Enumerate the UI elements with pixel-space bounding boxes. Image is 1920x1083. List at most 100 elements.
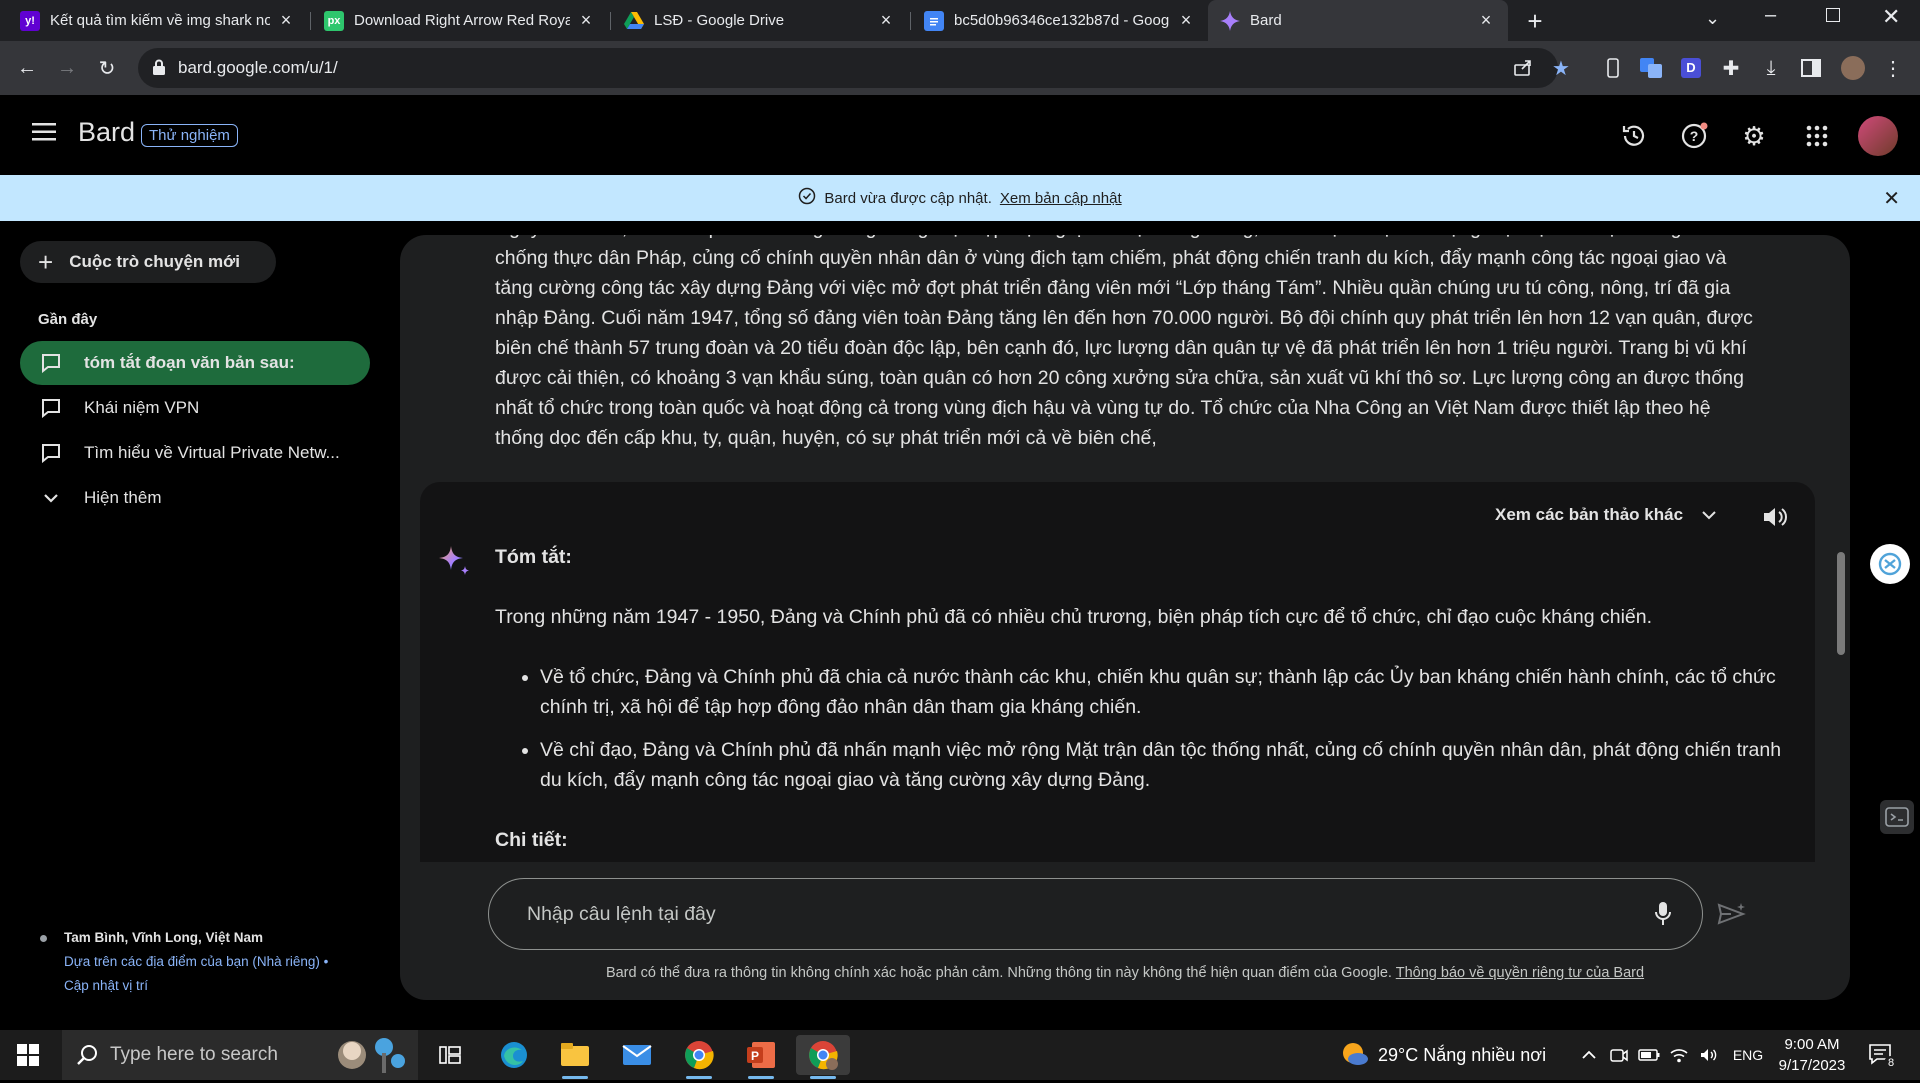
windows-start-icon[interactable] xyxy=(17,1044,39,1071)
chrome-profile-icon[interactable] xyxy=(796,1035,850,1079)
meet-now-icon[interactable] xyxy=(1608,1044,1630,1066)
response-content: Tóm tắt: Trong những năm 1947 - 1950, Đả… xyxy=(495,542,1795,862)
chrome-icon[interactable] xyxy=(672,1035,726,1079)
tab-title: LSĐ - Google Drive xyxy=(654,12,785,29)
browser-tab-bard[interactable]: Bard × xyxy=(1208,0,1508,41)
extension-widget-icon[interactable] xyxy=(1880,800,1914,834)
device-icon[interactable] xyxy=(1598,53,1628,83)
extension-d-icon[interactable]: D xyxy=(1676,53,1706,83)
task-view-icon[interactable] xyxy=(423,1035,477,1075)
update-location-link[interactable]: Cập nhật vị trí xyxy=(64,978,148,993)
restore-icon[interactable] xyxy=(1826,8,1840,22)
close-banner-icon[interactable]: ✕ xyxy=(1883,186,1900,211)
chatgpt-extension-icon[interactable] xyxy=(1870,544,1910,584)
close-tab-icon[interactable]: × xyxy=(576,10,596,31)
mail-icon[interactable] xyxy=(610,1035,664,1075)
wifi-icon[interactable] xyxy=(1668,1044,1690,1066)
more-menu-icon[interactable]: ⋮ xyxy=(1878,53,1908,83)
update-banner: Bard vừa được cập nhật. Xem bản cập nhật… xyxy=(0,175,1920,221)
profile-avatar-icon[interactable] xyxy=(1838,53,1868,83)
tab-search-chevron-icon[interactable]: ⌄ xyxy=(1705,8,1720,29)
share-icon[interactable] xyxy=(1513,57,1533,82)
browser-tab-docs[interactable]: bc5d0b96346ce132b87d - Google × xyxy=(912,0,1208,41)
microphone-icon[interactable] xyxy=(1648,899,1678,929)
help-icon[interactable]: ? xyxy=(1677,119,1711,153)
list-item: Về tổ chức, Đảng và Chính phủ đã chia cả… xyxy=(540,662,1795,722)
banner-text: Bard vừa được cập nhật. xyxy=(824,189,992,207)
search-placeholder: Type here to search xyxy=(110,1044,278,1065)
browser-tab-pixabay[interactable]: px Download Right Arrow Red Royal × xyxy=(312,0,608,41)
powerpoint-icon[interactable]: P xyxy=(734,1035,788,1079)
close-tab-icon[interactable]: × xyxy=(276,10,296,31)
browser-tab-drive[interactable]: LSĐ - Google Drive × xyxy=(612,0,908,41)
lock-icon xyxy=(152,59,166,80)
forward-icon[interactable]: → xyxy=(52,53,82,83)
close-tab-icon[interactable]: × xyxy=(1476,10,1496,31)
send-icon[interactable] xyxy=(1715,899,1749,929)
back-icon[interactable]: ← xyxy=(12,53,42,83)
search-highlight-illustration xyxy=(332,1033,412,1077)
speaker-icon[interactable] xyxy=(1760,502,1790,532)
chat-bubble-icon xyxy=(40,398,62,418)
summary-heading: Tóm tắt: xyxy=(495,546,572,568)
volume-icon[interactable] xyxy=(1698,1044,1720,1066)
taskbar-search[interactable]: Type here to search xyxy=(62,1030,418,1080)
show-more-label: Hiện thêm xyxy=(84,488,162,507)
history-icon[interactable] xyxy=(1617,119,1651,153)
view-other-drafts-button[interactable]: Xem các bản thảo khác xyxy=(1495,504,1717,525)
privacy-notice-link[interactable]: Thông báo về quyền riêng tư của Bard xyxy=(1396,965,1644,981)
details-heading: Chi tiết: xyxy=(495,829,568,851)
system-clock[interactable]: 9:00 AM 9/17/2023 xyxy=(1762,1034,1862,1076)
chevron-down-icon xyxy=(1701,504,1717,525)
new-tab-icon[interactable]: + xyxy=(1520,6,1550,36)
weather-widget[interactable]: 29°C Nắng nhiều nơi xyxy=(1340,1030,1546,1080)
address-bar[interactable]: bard.google.com/u/1/ ★ xyxy=(138,48,1570,88)
close-tab-icon[interactable]: × xyxy=(876,10,896,31)
show-hidden-icons-icon[interactable] xyxy=(1578,1044,1600,1066)
sidebar-item-vpn[interactable]: Khái niệm VPN xyxy=(20,386,370,430)
notification-count-badge: 8 xyxy=(1884,1056,1898,1070)
language-indicator[interactable]: ENG xyxy=(1732,1044,1764,1066)
minimize-icon[interactable]: – xyxy=(1765,4,1776,27)
summary-list: Về tổ chức, Đảng và Chính phủ đã chia cả… xyxy=(495,662,1795,795)
bookmark-star-icon[interactable]: ★ xyxy=(1552,56,1570,81)
sidebar: + Cuộc trò chuyện mới Gần đây tóm tắt đo… xyxy=(0,221,390,1030)
app-running-indicator xyxy=(748,1076,774,1079)
settings-gear-icon[interactable]: ⚙ xyxy=(1737,119,1771,153)
search-icon xyxy=(76,1044,98,1072)
close-tab-icon[interactable]: × xyxy=(1176,10,1196,31)
svg-text:?: ? xyxy=(1690,128,1699,144)
edge-browser-icon[interactable] xyxy=(487,1035,541,1075)
close-window-icon[interactable]: ✕ xyxy=(1882,4,1900,30)
reload-icon[interactable]: ↻ xyxy=(92,53,122,83)
hamburger-menu-icon[interactable] xyxy=(32,123,56,146)
prompt-input[interactable]: Nhập câu lệnh tại đây xyxy=(488,878,1703,950)
notification-center-icon[interactable]: 8 xyxy=(1868,1042,1898,1073)
location-separator: • xyxy=(319,954,329,969)
apps-grid-icon[interactable] xyxy=(1800,119,1834,153)
bard-logo: Bard xyxy=(78,117,136,147)
side-panel-icon[interactable] xyxy=(1796,53,1826,83)
bard-sparkle-icon xyxy=(438,544,472,578)
file-explorer-icon[interactable] xyxy=(548,1035,602,1079)
battery-icon[interactable] xyxy=(1638,1044,1660,1066)
app-running-indicator xyxy=(810,1076,836,1079)
sidebar-item-vpn-details[interactable]: Tìm hiểu về Virtual Private Netw... xyxy=(20,431,370,475)
extensions-puzzle-icon[interactable]: ✚ xyxy=(1716,53,1746,83)
translate-icon[interactable] xyxy=(1636,53,1666,83)
sidebar-item-label: Tìm hiểu về Virtual Private Netw... xyxy=(84,443,340,462)
account-avatar[interactable] xyxy=(1858,116,1898,156)
browser-tab-yahoo[interactable]: y! Kết quả tìm kiếm về img shark nơ × xyxy=(8,0,308,41)
show-more-button[interactable]: Hiện thêm xyxy=(20,476,370,520)
new-chat-button[interactable]: + Cuộc trò chuyện mới xyxy=(20,241,276,283)
sidebar-item-label: Khái niệm VPN xyxy=(84,398,200,417)
view-update-link[interactable]: Xem bản cập nhật xyxy=(1000,190,1122,207)
download-icon[interactable]: ⤓ xyxy=(1756,53,1786,83)
browser-toolbar: ← → ↻ bard.google.com/u/1/ ★ D ✚ ⤓ ⋮ xyxy=(0,41,1920,95)
windows-taskbar: Type here to search P 29°C Nắng nhiều nơ… xyxy=(0,1030,1920,1080)
location-source-link[interactable]: Dựa trên các địa điểm của bạn (Nhà riêng… xyxy=(64,954,320,969)
sidebar-item-summary[interactable]: tóm tắt đoạn văn bản sau: xyxy=(20,341,370,385)
app-running-indicator xyxy=(562,1076,588,1079)
scrollbar-thumb[interactable] xyxy=(1837,552,1845,655)
bard-app-bar: Bard Thử nghiệm ? ⚙ xyxy=(0,95,1920,175)
